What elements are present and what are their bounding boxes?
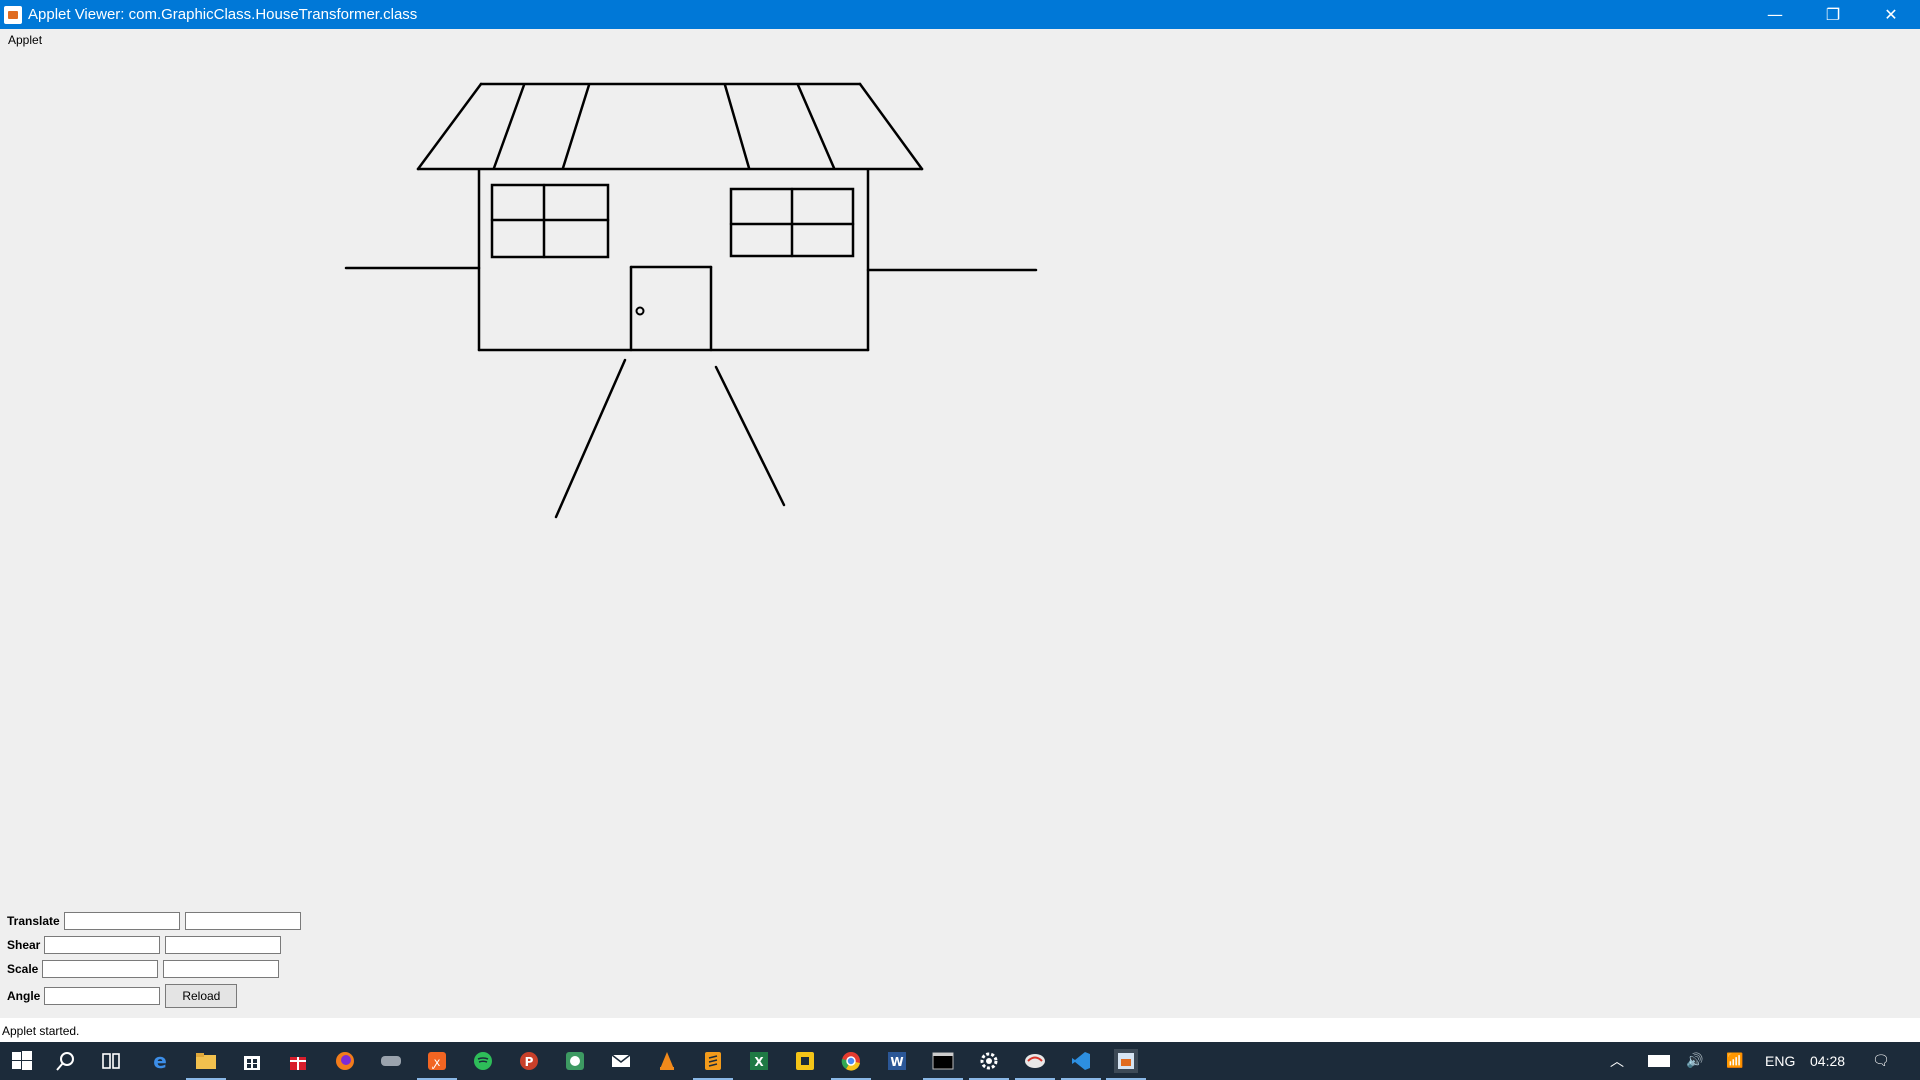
status-text: Applet started. <box>2 1024 80 1038</box>
angle-label: Angle <box>7 989 41 1003</box>
volume-icon[interactable]: 🔊 <box>1686 1053 1703 1069</box>
translate-row: Translate <box>0 912 306 930</box>
spotify-icon[interactable] <box>471 1049 495 1073</box>
applet-canvas <box>344 82 1038 519</box>
gift-icon[interactable] <box>286 1049 310 1073</box>
battery-icon[interactable] <box>1648 1055 1670 1067</box>
house-window-right <box>729 187 855 258</box>
scale-row: Scale <box>0 960 284 978</box>
java-applet-icon[interactable] <box>1106 1049 1146 1080</box>
translate-y-input[interactable] <box>184 912 301 930</box>
window-titlebar: Applet Viewer: com.GraphicClass.HouseTra… <box>0 0 1920 29</box>
app-red-icon[interactable] <box>1015 1049 1055 1080</box>
house-door <box>629 265 713 352</box>
wifi-icon[interactable]: 📶 <box>1726 1053 1743 1069</box>
firefox-icon[interactable] <box>333 1049 357 1073</box>
path-lines <box>554 358 786 519</box>
house-walls <box>477 168 870 352</box>
windows-taskbar: e ꭙ P X W ︿ 🔊 📶 ENG 04:28 🗨 <box>0 1042 1920 1080</box>
minimize-button[interactable]: — <box>1746 0 1804 29</box>
terminal-icon[interactable] <box>923 1049 963 1080</box>
svg-text:ꭙ: ꭙ <box>432 1055 441 1069</box>
chrome-icon[interactable] <box>831 1049 871 1080</box>
start-icon[interactable] <box>10 1049 34 1073</box>
edge-icon[interactable]: e <box>148 1049 172 1073</box>
settings-icon[interactable] <box>969 1049 1009 1080</box>
show-hidden-icons-icon[interactable]: ︿ <box>1610 1051 1624 1071</box>
shear-row: Shear <box>0 936 286 954</box>
house-window-left <box>490 183 610 259</box>
reload-button[interactable]: Reload <box>165 984 238 1008</box>
scale-x-input[interactable] <box>42 960 159 978</box>
close-button[interactable]: ✕ <box>1862 0 1920 29</box>
eclipse-icon[interactable] <box>563 1049 587 1073</box>
window-title: Applet Viewer: com.GraphicClass.HouseTra… <box>28 6 418 23</box>
store-icon[interactable] <box>240 1049 264 1073</box>
menu-applet[interactable]: Applet <box>8 33 42 47</box>
app-yellow-icon[interactable] <box>793 1049 817 1073</box>
word-icon[interactable]: W <box>885 1049 909 1073</box>
shear-x-input[interactable] <box>44 936 161 954</box>
vlc-icon[interactable] <box>655 1049 679 1073</box>
xampp-icon[interactable]: ꭙ <box>417 1049 457 1080</box>
status-bar: Applet started. <box>0 1018 1920 1042</box>
sublime-text-icon[interactable] <box>693 1049 733 1080</box>
angle-input[interactable] <box>44 987 161 1005</box>
scale-label: Scale <box>7 962 39 976</box>
svg-text:P: P <box>525 1055 534 1069</box>
powerpoint-icon[interactable]: P <box>517 1049 541 1073</box>
search-icon[interactable] <box>54 1049 78 1073</box>
svg-text:X: X <box>754 1055 764 1069</box>
translate-label: Translate <box>7 914 60 928</box>
notifications-icon[interactable]: 🗨 <box>1872 1053 1890 1069</box>
house-roof <box>416 82 924 171</box>
translate-x-input[interactable] <box>63 912 180 930</box>
file-explorer-icon[interactable] <box>186 1049 226 1080</box>
task-view-icon[interactable] <box>99 1049 123 1073</box>
restore-button[interactable]: ❐ <box>1804 0 1862 29</box>
clock[interactable]: 04:28 <box>1810 1053 1845 1069</box>
scale-y-input[interactable] <box>163 960 280 978</box>
svg-text:W: W <box>890 1055 903 1069</box>
game-icon[interactable] <box>379 1049 403 1073</box>
language-indicator[interactable]: ENG <box>1765 1053 1795 1069</box>
window-controls: — ❐ ✕ <box>1746 0 1920 29</box>
shear-y-input[interactable] <box>165 936 282 954</box>
mail-icon[interactable] <box>609 1049 633 1073</box>
excel-icon[interactable]: X <box>747 1049 771 1073</box>
vscode-icon[interactable] <box>1061 1049 1101 1080</box>
shear-label: Shear <box>7 938 41 952</box>
angle-row: Angle Reload <box>0 984 238 1008</box>
java-app-icon <box>4 5 22 24</box>
menu-bar: Applet <box>0 29 1920 51</box>
ground-lines <box>344 266 1038 272</box>
